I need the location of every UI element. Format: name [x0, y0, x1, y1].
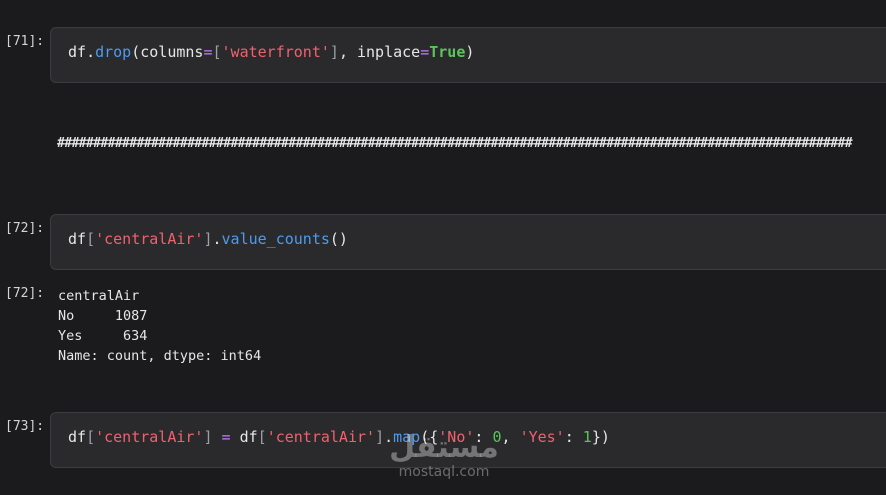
code-token: (columns [131, 43, 204, 61]
cell-prompt-73: [73]: [5, 419, 45, 434]
code-token: df [239, 428, 258, 446]
code-token: ] [375, 428, 385, 446]
watermark: مستقل mostaql.com [384, 430, 504, 481]
cell-output-72: centralAir No 1087 Yes 634 Name: count, … [58, 288, 262, 364]
cell-prompt-71: [71]: [5, 34, 45, 49]
code-token: df [68, 230, 87, 248]
code-token: df [68, 428, 87, 446]
code-token: [ [212, 43, 222, 61]
code-cell-72[interactable]: df['centralAir'].value_counts() [50, 214, 886, 270]
code-token: 'centralAir' [95, 230, 204, 248]
code-token: 'Yes' [519, 428, 565, 446]
code-token: value_counts [221, 230, 330, 248]
code-token: . [212, 230, 222, 248]
watermark-logo: مستقل [389, 430, 499, 465]
watermark-text: mostaql.com [398, 464, 490, 480]
code-token: = [212, 428, 240, 446]
code-token: () [329, 230, 348, 248]
code-token: : [564, 428, 583, 446]
code-line: df.drop(columns=['waterfront'], inplace=… [68, 43, 474, 61]
code-token: df [68, 43, 87, 61]
output-prompt-72: [72]: [5, 286, 45, 301]
code-token: ] [203, 230, 213, 248]
code-line: df['centralAir'].value_counts() [68, 230, 348, 248]
code-token: }) [591, 428, 610, 446]
code-line: df['centralAir'] = df['centralAir'].map(… [68, 428, 610, 446]
code-token: 'centralAir' [266, 428, 376, 446]
code-token: , [501, 428, 520, 446]
code-token: 'centralAir' [95, 428, 204, 446]
separator-text: ########################################… [57, 136, 853, 151]
code-token: True [429, 43, 466, 61]
code-cell-71[interactable]: df.drop(columns=['waterfront'], inplace=… [50, 27, 886, 83]
code-token: ] [329, 43, 339, 61]
code-token: . [86, 43, 96, 61]
code-token: ] [203, 428, 213, 446]
code-token: = [203, 43, 213, 61]
code-token: drop [95, 43, 132, 61]
code-token: [ [86, 428, 96, 446]
code-token: = [420, 43, 430, 61]
code-token: [ [257, 428, 267, 446]
code-token: [ [86, 230, 96, 248]
code-token: 1 [582, 428, 592, 446]
code-token: 'waterfront' [221, 43, 330, 61]
cell-prompt-72: [72]: [5, 221, 45, 236]
code-token: ) [465, 43, 475, 61]
code-token: , inplace [338, 43, 421, 61]
